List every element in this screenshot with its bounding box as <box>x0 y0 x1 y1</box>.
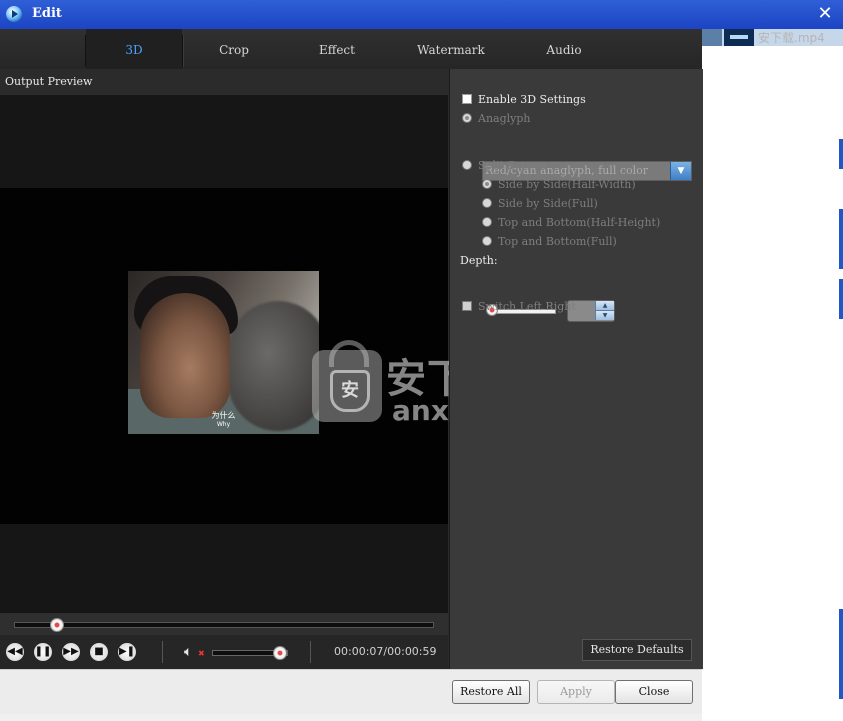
app-icon <box>6 6 22 22</box>
background-app-panel: 安下载.mp4 <box>702 29 843 721</box>
video-subtitle-cn: 为什么 <box>211 411 236 420</box>
apply-button[interactable]: Apply <box>537 680 615 704</box>
split-option-row[interactable]: Side by Side(Half-Width) <box>482 178 636 191</box>
anaglyph-radio[interactable] <box>462 113 472 123</box>
file-name: 安下载.mp4 <box>758 31 825 45</box>
fast-forward-button[interactable]: ▶▶ <box>62 643 80 661</box>
window-title: Edit <box>32 6 62 21</box>
split-option-radio[interactable] <box>482 198 492 208</box>
anaglyph-label: Anaglyph <box>478 112 531 125</box>
control-divider <box>310 641 311 663</box>
edit-window: 3D Crop Effect Watermark Audio Output Pr… <box>0 29 703 714</box>
split-screen-label: Split Screen <box>478 159 547 172</box>
split-option-row[interactable]: Side by Side(Full) <box>482 197 598 210</box>
split-option-label: Side by Side(Half-Width) <box>498 178 636 191</box>
tab-3d[interactable]: 3D <box>86 29 182 69</box>
split-option-radio[interactable] <box>482 236 492 246</box>
file-row[interactable]: 安下载.mp4 <box>702 29 843 46</box>
split-option-radio[interactable] <box>482 179 492 189</box>
scroll-accent <box>839 609 843 699</box>
timecode: 00:00:07/00:00:59 <box>334 645 437 658</box>
tab-audio[interactable]: Audio <box>520 29 608 69</box>
shield-logo-icon: 安 <box>330 370 370 412</box>
video-thumbnail <box>724 29 754 46</box>
dialog-footer: Restore All Apply Close <box>0 669 702 714</box>
split-option-radio[interactable] <box>482 217 492 227</box>
title-bar: Edit ✕ <box>0 0 843 30</box>
split-option-label: Top and Bottom(Half-Height) <box>498 216 661 229</box>
split-option-label: Top and Bottom(Full) <box>498 235 617 248</box>
chevron-down-icon[interactable]: ▼ <box>670 162 691 180</box>
scroll-accent <box>839 209 843 269</box>
enable-3d-checkbox[interactable] <box>462 94 472 104</box>
restore-all-button[interactable]: Restore All <box>452 680 530 704</box>
next-frame-button[interactable]: ▶❚ <box>118 643 136 661</box>
split-screen-row[interactable]: Split Screen <box>462 159 547 172</box>
restore-defaults-button[interactable]: Restore Defaults <box>582 639 692 661</box>
timeline <box>0 613 448 635</box>
stop-button[interactable]: ■ <box>90 643 108 661</box>
seek-handle[interactable] <box>49 618 64 632</box>
tab-divider <box>182 35 183 67</box>
mute-indicator-icon: ✖ <box>198 649 205 658</box>
switch-lr-row[interactable]: Switch Left Right <box>462 300 576 313</box>
output-preview-label: Output Preview <box>5 75 93 88</box>
tab-watermark[interactable]: Watermark <box>400 29 502 69</box>
rewind-button[interactable]: ◀◀ <box>6 643 24 661</box>
tab-bar: 3D Crop Effect Watermark Audio <box>0 29 702 69</box>
3d-settings-panel: Enable 3D Settings Anaglyph Red/cyan ana… <box>449 69 703 669</box>
tab-effect[interactable]: Effect <box>292 29 382 69</box>
video-frame: 为什么 Why <box>128 271 319 434</box>
row-marker <box>702 29 722 46</box>
stepper-down-icon[interactable]: ▼ <box>595 311 614 320</box>
anaglyph-row[interactable]: Anaglyph <box>462 112 531 125</box>
split-option-label: Side by Side(Full) <box>498 197 598 210</box>
scroll-accent <box>839 279 843 319</box>
stepper-up-icon[interactable]: ▲ <box>595 301 614 311</box>
close-button[interactable]: Close <box>615 680 693 704</box>
switch-lr-checkbox[interactable] <box>462 301 472 311</box>
volume-handle[interactable] <box>272 646 287 660</box>
bag-logo-icon: 安 <box>312 340 382 422</box>
seek-bar[interactable] <box>14 622 434 628</box>
enable-3d-row[interactable]: Enable 3D Settings <box>462 93 586 106</box>
depth-label: Depth: <box>460 254 498 267</box>
pause-button[interactable]: ❚❚ <box>34 643 52 661</box>
playback-controls: ◀◀ ❚❚ ▶▶ ■ ▶❚ 🔈︎ ✖ 00:00:07/00:00:59 <box>0 635 448 669</box>
switch-lr-label: Switch Left Right <box>478 300 576 313</box>
scroll-accent <box>839 139 843 169</box>
tab-crop[interactable]: Crop <box>190 29 278 69</box>
split-option-row[interactable]: Top and Bottom(Half-Height) <box>482 216 660 229</box>
video-subtitle-en: Why <box>216 421 231 428</box>
split-screen-radio[interactable] <box>462 160 472 170</box>
split-option-row[interactable]: Top and Bottom(Full) <box>482 235 617 248</box>
enable-3d-label: Enable 3D Settings <box>478 93 586 106</box>
close-window-icon[interactable]: ✕ <box>815 4 835 24</box>
control-divider <box>162 641 163 663</box>
